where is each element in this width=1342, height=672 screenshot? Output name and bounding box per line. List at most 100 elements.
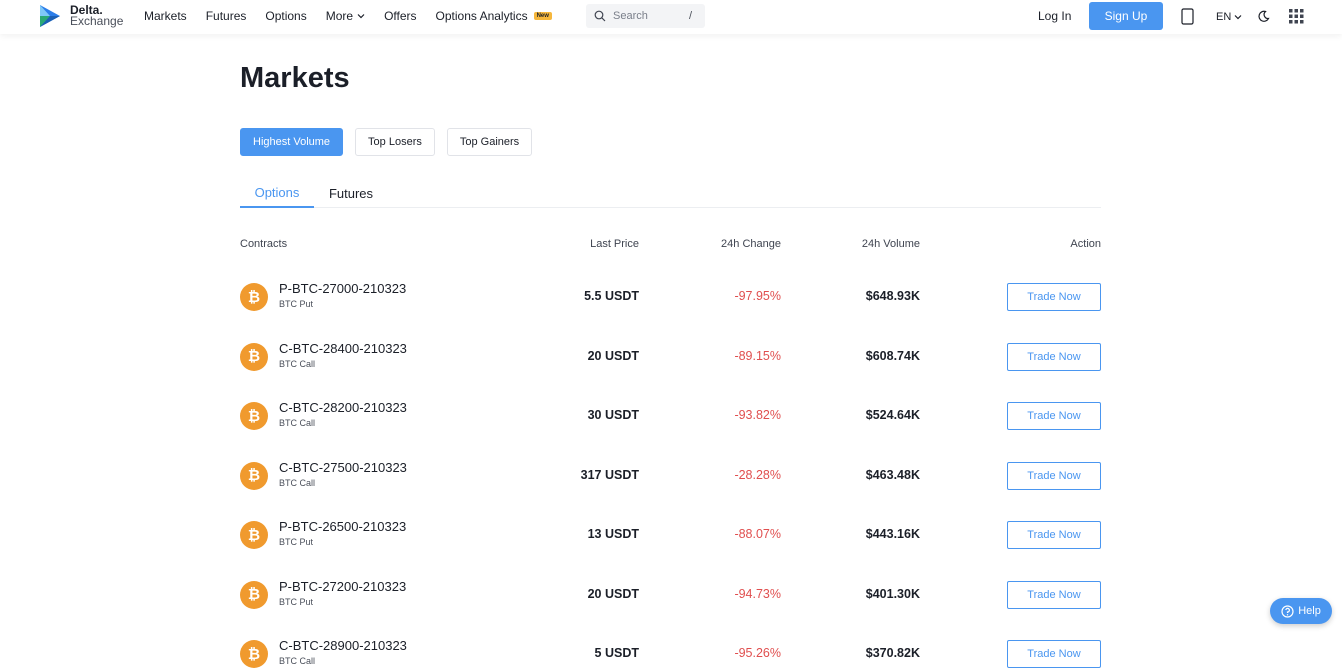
contract-type: BTC Put (279, 596, 314, 607)
bitcoin-icon: ₿ (240, 402, 268, 430)
language-label: EN (1216, 11, 1232, 23)
nav-options-analytics[interactable]: Options Analytics New (436, 9, 552, 23)
help-button[interactable]: Help (1270, 598, 1332, 624)
volume-24h: $401.30K (865, 586, 920, 601)
login-link[interactable]: Log In (1038, 9, 1071, 23)
table-row[interactable]: ₿ P-BTC-26500-210323 BTC Put 13 USDT -88… (240, 505, 1101, 565)
nav-offers[interactable]: Offers (384, 9, 416, 23)
trade-now-button[interactable]: Trade Now (1007, 402, 1101, 430)
contract-type: BTC Call (279, 477, 316, 488)
contract-tabs: Options Futures (240, 178, 1101, 208)
markets-table: ₿ P-BTC-27000-210323 BTC Put 5.5 USDT -9… (240, 267, 1101, 672)
chevron-down-icon (1234, 15, 1242, 20)
bitcoin-icon: ₿ (240, 283, 268, 311)
nav-markets[interactable]: Markets (144, 9, 187, 23)
contract-symbol: C-BTC-28200-210323 (279, 400, 407, 415)
change-24h: -28.28% (734, 467, 781, 482)
contract-symbol: P-BTC-26500-210323 (279, 519, 407, 534)
contract-symbol: P-BTC-27200-210323 (279, 578, 407, 594)
contract-type: BTC Call (279, 418, 316, 428)
volume-24h: $370.82K (865, 646, 920, 660)
header-last-price: Last Price (590, 238, 639, 250)
nav-options[interactable]: Options (265, 9, 306, 23)
last-price: 20 USDT (587, 586, 639, 601)
last-price: 13 USDT (587, 527, 639, 541)
trade-now-button[interactable]: Trade Now (1007, 342, 1101, 371)
trade-now-button[interactable]: Trade Now (1007, 640, 1101, 668)
nav-more[interactable]: More (326, 9, 365, 23)
change-24h: -88.07% (734, 527, 781, 541)
table-row[interactable]: ₿ C-BTC-28200-210323 BTC Call 30 USDT -9… (240, 386, 1101, 446)
volume-24h: $648.93K (865, 289, 920, 303)
header-24h-volume: 24h Volume (861, 238, 920, 250)
change-24h: -94.73% (734, 586, 781, 601)
nav-more-label: More (325, 9, 354, 23)
market-filters: Highest Volume Top Losers Top Gainers (240, 128, 544, 156)
contract-symbol: P-BTC-27000-210323 (279, 281, 407, 296)
contract-symbol: C-BTC-28400-210323 (279, 340, 407, 356)
trade-now-button[interactable]: Trade Now (1007, 283, 1101, 311)
header-action: Action (1070, 238, 1101, 250)
last-price: 5 USDT (594, 646, 639, 660)
header-contracts: Contracts (240, 238, 288, 250)
bitcoin-icon: ₿ (240, 640, 268, 668)
change-24h: -95.26% (734, 646, 781, 660)
header-24h-change: 24h Change (721, 238, 781, 250)
mobile-app-icon[interactable] (1181, 8, 1194, 25)
help-label: Help (1298, 605, 1321, 617)
volume-24h: $524.64K (865, 408, 920, 422)
contract-symbol: C-BTC-27500-210323 (279, 459, 407, 475)
bitcoin-icon: ₿ (240, 342, 268, 371)
change-24h: -89.15% (734, 348, 781, 363)
language-selector[interactable]: EN (1216, 11, 1242, 23)
contract-type: BTC Call (279, 358, 316, 369)
bitcoin-icon: ₿ (240, 521, 268, 549)
contract-type: BTC Call (279, 656, 316, 666)
nav-options-analytics-label: Options Analytics (435, 9, 528, 23)
search-icon (594, 10, 606, 22)
search-shortcut: / (689, 10, 693, 22)
tab-futures[interactable]: Futures (314, 178, 388, 208)
table-row[interactable]: ₿ P-BTC-27200-210323 BTC Put 20 USDT -94… (240, 565, 1101, 625)
change-24h: -93.82% (734, 408, 781, 422)
logo-line2: Exchange (70, 14, 124, 28)
filter-top-losers-button[interactable]: Top Losers (355, 128, 435, 156)
last-price: 20 USDT (587, 348, 639, 363)
main-nav: Markets Futures Options More Offers Opti… (144, 0, 571, 32)
table-row[interactable]: ₿ C-BTC-28400-210323 BTC Call 20 USDT -8… (240, 327, 1101, 387)
tab-options[interactable]: Options (240, 178, 314, 208)
moon-icon[interactable] (1257, 10, 1270, 23)
page-title: Markets (240, 62, 350, 94)
last-price: 5.5 USDT (584, 289, 639, 303)
logo-text: Delta. Exchange (70, 4, 124, 28)
search-box[interactable]: / (586, 4, 705, 28)
delta-logo-icon (40, 5, 60, 27)
trade-now-button[interactable]: Trade Now (1007, 580, 1101, 609)
last-price: 317 USDT (580, 467, 639, 482)
bitcoin-icon: ₿ (240, 461, 268, 490)
volume-24h: $463.48K (865, 467, 920, 482)
change-24h: -97.95% (734, 289, 781, 303)
trade-now-button[interactable]: Trade Now (1007, 521, 1101, 549)
table-row[interactable]: ₿ P-BTC-27000-210323 BTC Put 5.5 USDT -9… (240, 267, 1101, 327)
chevron-down-icon (357, 14, 365, 19)
new-badge: New (533, 12, 552, 20)
contract-symbol: C-BTC-28900-210323 (279, 638, 407, 653)
filter-top-gainers-button[interactable]: Top Gainers (446, 128, 533, 156)
last-price: 30 USDT (587, 408, 639, 422)
nav-futures[interactable]: Futures (206, 9, 247, 23)
search-input[interactable] (613, 10, 685, 22)
question-circle-icon (1281, 604, 1294, 618)
signup-button[interactable]: Sign Up (1089, 2, 1163, 30)
filter-highest-volume-button[interactable]: Highest Volume (240, 128, 344, 156)
top-header: Delta. Exchange Markets Futures Options … (0, 0, 1342, 34)
bitcoin-icon: ₿ (240, 580, 268, 609)
delta-exchange-logo[interactable]: Delta. Exchange (36, 2, 123, 30)
volume-24h: $443.16K (865, 527, 920, 541)
trade-now-button[interactable]: Trade Now (1007, 461, 1101, 490)
volume-24h: $608.74K (865, 348, 920, 363)
table-header: Contracts Last Price 24h Change 24h Volu… (240, 238, 1101, 252)
table-row[interactable]: ₿ C-BTC-27500-210323 BTC Call 317 USDT -… (240, 446, 1101, 506)
app-grid-icon[interactable] (1289, 9, 1304, 24)
table-row[interactable]: ₿ C-BTC-28900-210323 BTC Call 5 USDT -95… (240, 624, 1101, 672)
